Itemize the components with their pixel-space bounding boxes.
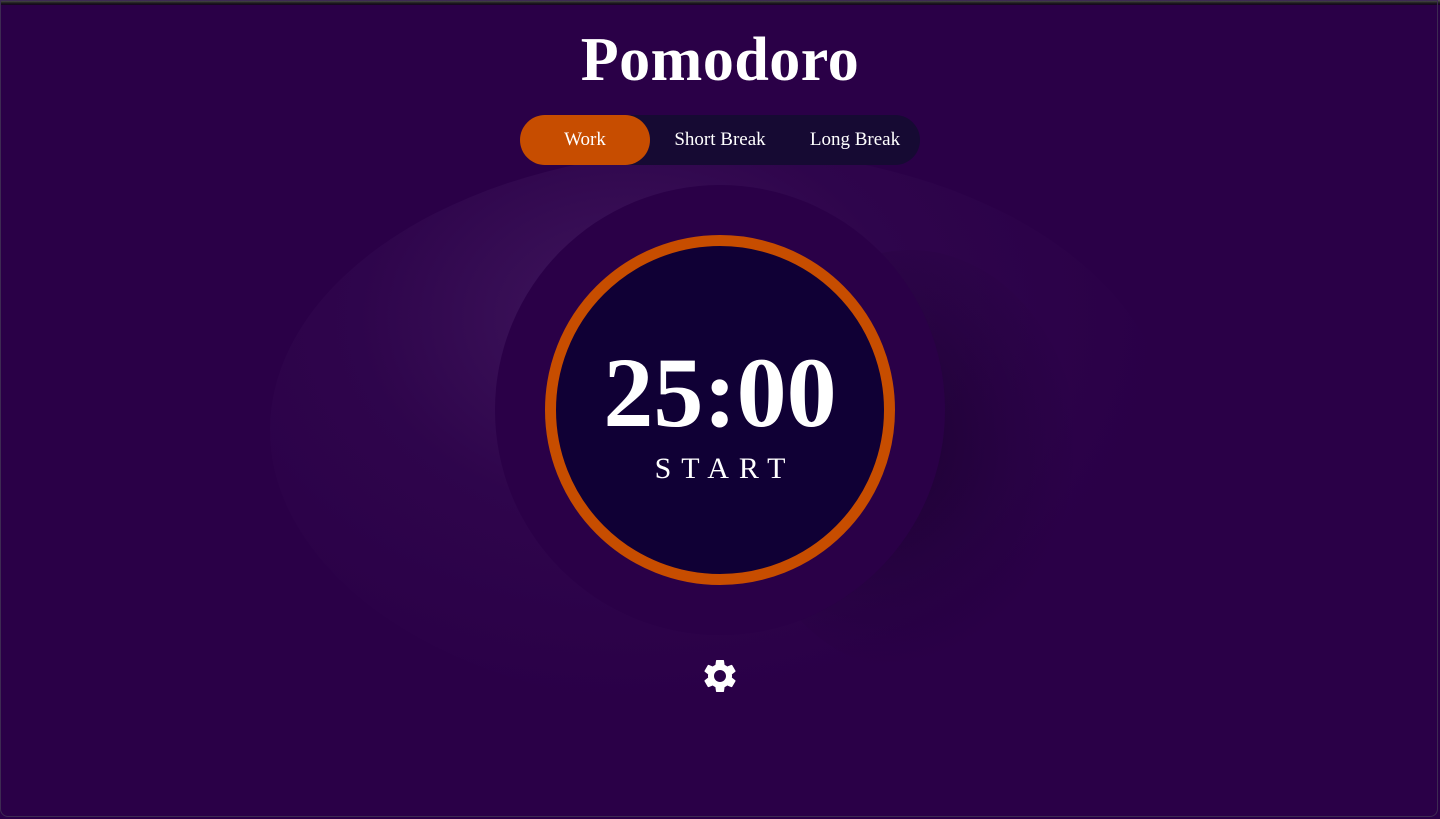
timer-display: 25:00 bbox=[603, 337, 837, 448]
start-button[interactable]: START bbox=[620, 448, 820, 490]
window-top-bar bbox=[0, 0, 1440, 5]
settings-button[interactable] bbox=[698, 654, 742, 698]
page-title: Pomodoro bbox=[580, 26, 860, 94]
tab-work[interactable]: Work bbox=[520, 115, 650, 165]
mode-tabs: Work Short Break Long Break bbox=[520, 115, 920, 165]
gear-icon bbox=[704, 660, 736, 692]
tab-long-break[interactable]: Long Break bbox=[790, 115, 920, 165]
tab-short-break[interactable]: Short Break bbox=[650, 115, 790, 165]
